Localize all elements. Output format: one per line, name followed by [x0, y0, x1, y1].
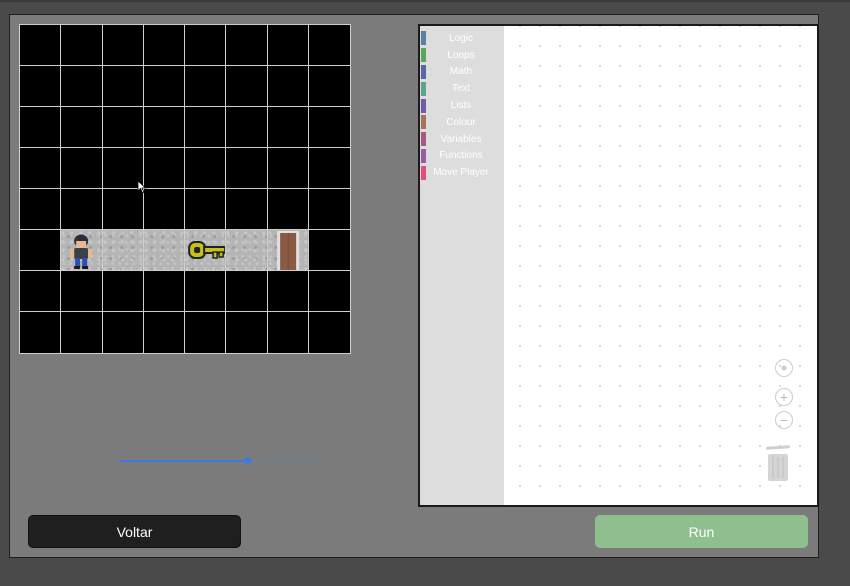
grid-cell [226, 312, 268, 353]
slider-thumb[interactable] [244, 457, 251, 464]
grid-cell [267, 107, 309, 148]
toolbox-category[interactable]: Lists [420, 97, 504, 114]
mouse-cursor-icon [137, 180, 147, 194]
grid-cell [61, 148, 103, 189]
category-label: Math [449, 66, 473, 78]
grid-cell [61, 312, 103, 353]
grid-cell [143, 107, 185, 148]
grid-cell [143, 230, 185, 271]
grid-cell [267, 230, 309, 271]
grid-cell [102, 271, 144, 312]
grid-cell [267, 148, 309, 189]
player-character-icon [70, 234, 93, 269]
toolbox-category[interactable]: Colour [420, 114, 504, 131]
game-grid [19, 24, 351, 354]
grid-cell [61, 230, 103, 271]
grid-cell [20, 189, 62, 230]
grid-cell [226, 66, 268, 107]
grid-cell [226, 189, 268, 230]
run-button[interactable]: Run [595, 515, 808, 548]
top-border [0, 0, 850, 2]
category-label: Loops [447, 49, 475, 61]
grid-cell [102, 189, 144, 230]
voltar-button[interactable]: Voltar [28, 515, 241, 548]
grid-cell [308, 230, 350, 271]
grid-cell [308, 66, 350, 107]
grid-cell [20, 230, 62, 271]
grid-cell [308, 189, 350, 230]
wooden-door-icon [276, 231, 299, 270]
grid-cell [61, 271, 103, 312]
grid-cell [61, 25, 103, 66]
grid-cell [143, 25, 185, 66]
category-label: Colour [446, 116, 476, 128]
grid-cell [308, 271, 350, 312]
grid-cell [20, 66, 62, 107]
slider-track-filled [119, 460, 247, 462]
grid-cell [102, 107, 144, 148]
blockly-workspace[interactable]: Logic Loops Math Text Lists Colour Variables Fu… [418, 24, 819, 507]
category-label: Move Player [433, 167, 489, 179]
grid-cell [185, 107, 227, 148]
grid-cell [267, 66, 309, 107]
grid-cell [268, 312, 309, 353]
slider-track-empty [247, 460, 319, 461]
grid-cell [102, 25, 144, 66]
grid-cell [226, 271, 268, 312]
grid-cell [185, 312, 227, 353]
grid-cell [308, 148, 350, 189]
toolbox-category[interactable]: Loops [420, 47, 504, 64]
plus-icon[interactable]: + [775, 388, 793, 406]
grid-cell [61, 107, 103, 148]
grid-cell [185, 230, 227, 271]
category-label: Lists [450, 100, 472, 112]
toolbox-category[interactable]: Functions [420, 148, 504, 165]
grid-cell [185, 66, 227, 107]
grid-cell [226, 25, 268, 66]
grid-cell [143, 66, 185, 107]
crosshair-icon[interactable] [775, 359, 793, 377]
grid-cell [103, 312, 144, 353]
grid-cell [102, 230, 144, 271]
grid-cell [20, 107, 62, 148]
grid-cell [308, 25, 350, 66]
golden-key-icon [188, 241, 226, 259]
grid-cell [226, 148, 268, 189]
grid-cell [226, 230, 268, 271]
category-label: Functions [439, 150, 483, 162]
toolbox-category[interactable]: Text [420, 80, 504, 97]
grid-cell [143, 148, 185, 189]
toolbox-category[interactable]: Logic [420, 30, 504, 47]
grid-cell [185, 148, 227, 189]
speed-slider[interactable] [119, 455, 319, 467]
grid-cell [185, 189, 227, 230]
grid-cell [20, 312, 62, 353]
grid-cell [267, 271, 309, 312]
grid-cell [20, 271, 62, 312]
minus-icon[interactable]: − [775, 411, 793, 429]
category-label: Text [451, 83, 471, 95]
grid-cell [20, 148, 62, 189]
grid-cell [309, 312, 350, 353]
grid-cell [308, 107, 350, 148]
grid-cell [61, 189, 103, 230]
toolbox-category[interactable]: Move Player [420, 164, 504, 181]
grid-cell [102, 66, 144, 107]
category-label: Variables [440, 133, 482, 145]
grid-cell [61, 66, 103, 107]
grid-cell [144, 312, 185, 353]
grid-cell [20, 25, 62, 66]
grid-cell [185, 271, 227, 312]
grid-cell [226, 107, 268, 148]
category-label: Logic [449, 32, 473, 44]
grid-cell [143, 271, 185, 312]
grid-cell [267, 25, 309, 66]
trash-can-icon[interactable] [765, 444, 791, 484]
grid-cell [143, 189, 185, 230]
block-toolbox: Logic Loops Math Text Lists Colour Variables Fu… [420, 26, 504, 505]
toolbox-category[interactable]: Variables [420, 131, 504, 148]
toolbox-category[interactable]: Math [420, 64, 504, 81]
grid-cell [267, 189, 309, 230]
grid-cell [185, 25, 227, 66]
